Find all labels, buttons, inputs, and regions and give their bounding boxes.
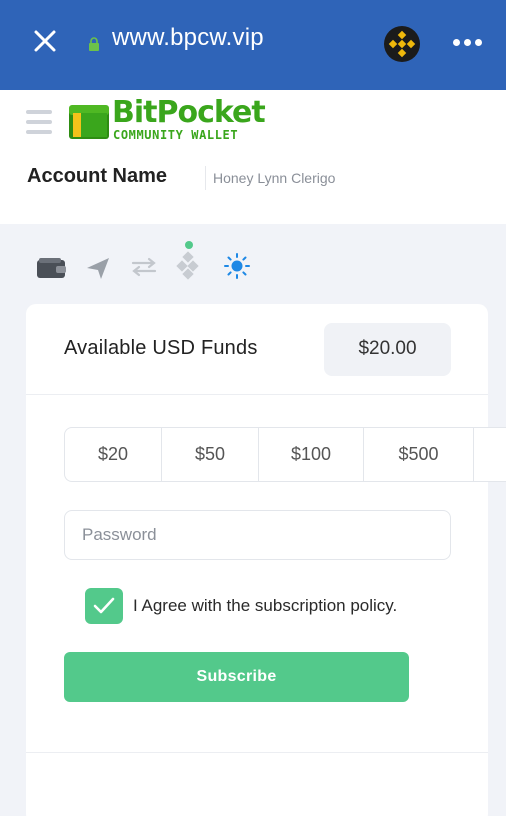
transfer-icon[interactable]: [130, 256, 158, 278]
stake-icon[interactable]: [172, 240, 206, 282]
divider: [26, 752, 488, 753]
subscribe-button[interactable]: Subscribe: [64, 652, 409, 702]
hamburger-icon[interactable]: [26, 110, 52, 134]
password-input[interactable]: [64, 510, 451, 560]
agree-checkbox[interactable]: [85, 588, 123, 624]
amount-option-100[interactable]: $100: [259, 428, 364, 481]
check-icon: [93, 597, 115, 614]
close-icon[interactable]: [30, 26, 60, 56]
account-label: Account Name: [27, 165, 168, 187]
funds-label: Available USD Funds: [64, 337, 258, 359]
amount-selector: $20 $50 $100 $500: [64, 427, 506, 482]
divider: [205, 166, 206, 190]
lock-icon: [89, 37, 99, 51]
url-bar[interactable]: www.bpcw.vip: [112, 24, 264, 52]
amount-option-500[interactable]: $500: [364, 428, 474, 481]
sun-icon[interactable]: [223, 252, 251, 280]
wallet-icon[interactable]: [36, 256, 70, 280]
more-icon[interactable]: [451, 36, 483, 50]
divider: [26, 394, 488, 395]
logo-title: BitPocket: [112, 95, 266, 130]
account-name-value: Honey Lynn Clerigo: [213, 170, 336, 186]
funds-value: $20.00: [358, 338, 417, 359]
agree-label: I Agree with the subscription policy.: [133, 596, 398, 615]
send-icon[interactable]: [84, 254, 112, 282]
logo-subtitle: COMMUNITY WALLET: [113, 128, 239, 142]
subscription-card: [26, 304, 488, 816]
amount-option-more[interactable]: [474, 428, 506, 481]
binance-icon[interactable]: [384, 26, 420, 62]
amount-option-20[interactable]: $20: [65, 428, 162, 481]
amount-option-50[interactable]: $50: [162, 428, 259, 481]
